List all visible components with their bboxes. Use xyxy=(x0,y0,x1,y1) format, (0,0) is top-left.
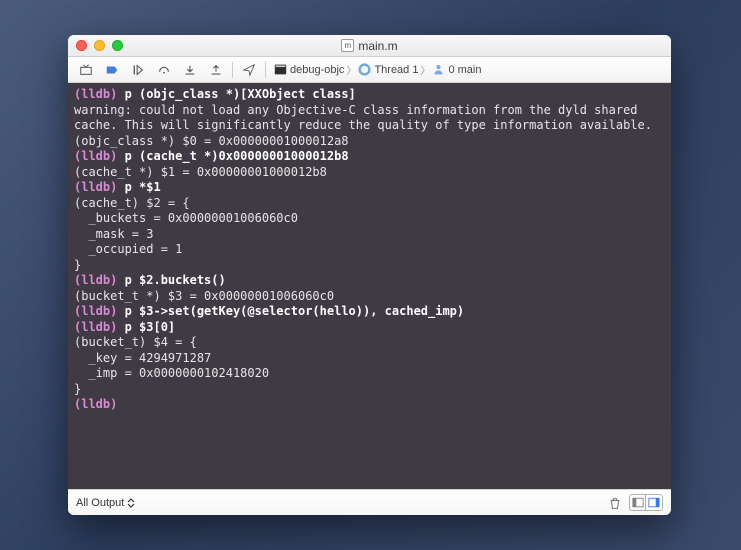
thread-icon xyxy=(358,63,371,76)
debug-breadcrumb: debug-objc 〉 Thread 1 〉 0 main xyxy=(274,62,482,77)
chevron-right-icon: 〉 xyxy=(420,62,430,77)
lldb-prompt: (lldb) xyxy=(74,180,125,194)
breadcrumb-thread[interactable]: Thread 1 xyxy=(358,63,418,76)
console-command-line: (lldb) p (objc_class *)[XXObject class] xyxy=(74,87,665,103)
console-command-line: (lldb) p $2.buckets() xyxy=(74,273,665,289)
console-command-line: (lldb) p *$1 xyxy=(74,180,665,196)
console-bottom-bar: All Output xyxy=(68,489,671,515)
toolbar-separator xyxy=(232,62,233,78)
chevron-right-icon: 〉 xyxy=(346,62,356,77)
console-output-line: _imp = 0x0000000102418020 xyxy=(74,366,665,382)
lldb-output: } xyxy=(74,382,81,396)
toggle-breakpoints-button[interactable] xyxy=(100,60,124,80)
lldb-output: _imp = 0x0000000102418020 xyxy=(74,366,269,380)
lldb-output: (bucket_t *) $3 = 0x00000001006060c0 xyxy=(74,289,334,303)
window-title: m main.m xyxy=(68,39,671,53)
clear-console-button[interactable] xyxy=(607,495,623,511)
step-out-button[interactable] xyxy=(204,60,228,80)
lldb-output: _key = 4294971287 xyxy=(74,351,211,365)
output-filter-label: All Output xyxy=(76,497,124,509)
lldb-output: (objc_class *) $0 = 0x00000001000012a8 xyxy=(74,134,349,148)
debug-location-button[interactable] xyxy=(237,60,261,80)
console-command-line: (lldb) xyxy=(74,397,665,413)
lldb-output: _occupied = 1 xyxy=(74,242,182,256)
frame-icon xyxy=(432,63,445,76)
breadcrumb-frame[interactable]: 0 main xyxy=(432,63,481,76)
lldb-command: p (cache_t *)0x00000001000012b8 xyxy=(125,149,349,163)
window-title-text: main.m xyxy=(358,39,397,53)
console-output-line: (objc_class *) $0 = 0x00000001000012a8 xyxy=(74,134,665,150)
lldb-command: p $3->set(getKey(@selector(hello)), cach… xyxy=(125,304,465,318)
close-window-button[interactable] xyxy=(76,40,87,51)
lldb-command: p *$1 xyxy=(125,180,161,194)
console-command-line: (lldb) p (cache_t *)0x00000001000012b8 xyxy=(74,149,665,165)
console-output-line: _mask = 3 xyxy=(74,227,665,243)
file-icon: m xyxy=(341,39,354,52)
console-output-line: warning: could not load any Objective-C … xyxy=(74,103,665,134)
lldb-prompt: (lldb) xyxy=(74,304,125,318)
lldb-command: p $2.buckets() xyxy=(125,273,226,287)
lldb-output: _mask = 3 xyxy=(74,227,153,241)
lldb-prompt: (lldb) xyxy=(74,273,125,287)
toolbar-separator xyxy=(265,62,266,78)
lldb-prompt: (lldb) xyxy=(74,87,125,101)
breadcrumb-target-label: debug-objc xyxy=(290,64,344,76)
console-output-line: _occupied = 1 xyxy=(74,242,665,258)
console-output-line: _key = 4294971287 xyxy=(74,351,665,367)
titlebar: m main.m xyxy=(68,35,671,57)
continue-button[interactable] xyxy=(126,60,150,80)
console-output-line: (bucket_t *) $3 = 0x00000001006060c0 xyxy=(74,289,665,305)
console-output-line: } xyxy=(74,382,665,398)
breadcrumb-thread-label: Thread 1 xyxy=(374,64,418,76)
step-into-button[interactable] xyxy=(178,60,202,80)
console-command-line: (lldb) p $3[0] xyxy=(74,320,665,336)
console-output-line: (cache_t *) $1 = 0x00000001000012b8 xyxy=(74,165,665,181)
breadcrumb-frame-label: 0 main xyxy=(448,64,481,76)
minimize-window-button[interactable] xyxy=(94,40,105,51)
output-filter-selector[interactable]: All Output xyxy=(76,497,135,509)
lldb-prompt: (lldb) xyxy=(74,320,125,334)
console-output-line: _buckets = 0x00000001006060c0 xyxy=(74,211,665,227)
console-command-line: (lldb) p $3->set(getKey(@selector(hello)… xyxy=(74,304,665,320)
lldb-prompt: (lldb) xyxy=(74,149,125,163)
lldb-console[interactable]: (lldb) p (objc_class *)[XXObject class]w… xyxy=(68,83,671,489)
right-pane-icon xyxy=(648,497,660,508)
window-controls xyxy=(76,40,123,51)
lldb-command: p (objc_class *)[XXObject class] xyxy=(125,87,356,101)
console-layout-toggle xyxy=(629,494,663,511)
lldb-output: (cache_t) $2 = { xyxy=(74,196,190,210)
step-over-button[interactable] xyxy=(152,60,176,80)
lldb-output: (cache_t *) $1 = 0x00000001000012b8 xyxy=(74,165,327,179)
toggle-debug-area-button[interactable] xyxy=(74,60,98,80)
lldb-output: _buckets = 0x00000001006060c0 xyxy=(74,211,298,225)
show-console-pane-button[interactable] xyxy=(646,495,662,510)
console-output-line: } xyxy=(74,258,665,274)
console-output-line: (bucket_t) $4 = { xyxy=(74,335,665,351)
lldb-output: warning: could not load any Objective-C … xyxy=(74,103,652,133)
debug-toolbar: debug-objc 〉 Thread 1 〉 0 main xyxy=(68,57,671,83)
breadcrumb-target[interactable]: debug-objc xyxy=(274,63,344,76)
lldb-output: (bucket_t) $4 = { xyxy=(74,335,197,349)
lldb-prompt: (lldb) xyxy=(74,397,125,411)
console-output-line: (cache_t) $2 = { xyxy=(74,196,665,212)
lldb-command: p $3[0] xyxy=(125,320,176,334)
trash-icon xyxy=(608,496,622,510)
zoom-window-button[interactable] xyxy=(112,40,123,51)
left-pane-icon xyxy=(632,497,644,508)
updown-icon xyxy=(127,498,135,508)
terminal-icon xyxy=(274,63,287,76)
lldb-output: } xyxy=(74,258,81,272)
show-variables-pane-button[interactable] xyxy=(630,495,646,510)
xcode-debugger-window: m main.m xyxy=(68,35,671,515)
